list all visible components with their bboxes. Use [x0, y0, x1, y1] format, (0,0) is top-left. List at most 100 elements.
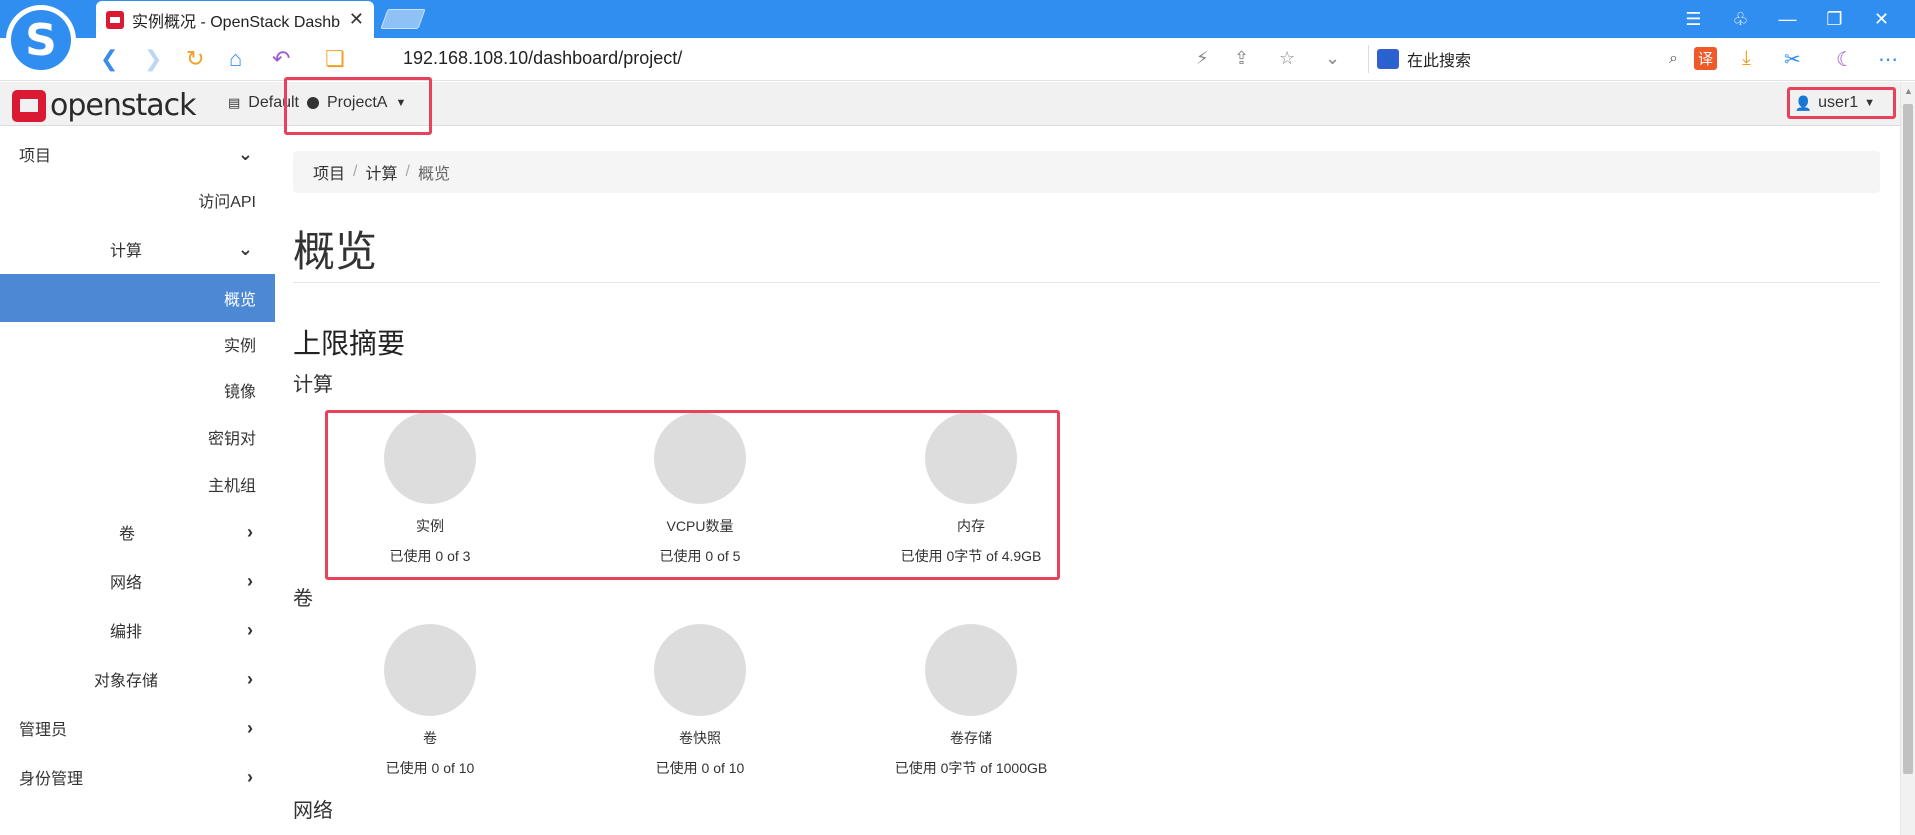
address-bar: ❮ ❯ ↻ ⌂ ↶ ❏ 192.168.108.10/dashboard/pro… [0, 38, 1915, 81]
breadcrumb-separator: / [353, 163, 358, 180]
openstack-logo-icon [12, 89, 46, 122]
openstack-favicon-icon [106, 10, 124, 29]
openstack-logo-text: openstack [50, 88, 197, 123]
sidebar-item-instances[interactable]: 实例 [0, 322, 275, 366]
browser-logo-icon[interactable]: S [6, 5, 76, 75]
sidebar-item-label: 编排 [110, 624, 143, 641]
sidebar-item-label: 计算 [110, 243, 143, 260]
url-input[interactable]: 192.168.108.10/dashboard/project/ [403, 48, 682, 69]
domain-icon: ▤ [228, 95, 241, 110]
usage-pie-chart [654, 412, 746, 504]
sidebar-item-orchestration[interactable]: 编排 › [0, 608, 275, 652]
caret-down-icon: ▼ [1864, 97, 1875, 109]
pie-usage: 已使用 0 of 5 [659, 548, 741, 564]
user-label: user1 [1818, 94, 1859, 111]
chevron-right-icon: › [247, 717, 253, 738]
sidebar-item-label: 管理员 [19, 722, 68, 739]
skin-icon[interactable]: ♧ [1717, 9, 1764, 30]
pie-label: 实例 [416, 518, 444, 534]
sidebar-item-overview[interactable]: 概览 [0, 274, 275, 322]
sidebar-item-images[interactable]: 镜像 [0, 368, 275, 412]
pie-label: 内存 [957, 518, 985, 534]
undo-icon[interactable]: ↶ [272, 46, 290, 72]
sidebar-item-label: 访问API [198, 194, 256, 211]
pie-label: 卷存储 [950, 730, 992, 746]
pie-label: 卷快照 [679, 730, 721, 746]
breadcrumb-item-compute[interactable]: 计算 [365, 160, 397, 184]
sidebar-item-object-store[interactable]: 对象存储 › [0, 657, 275, 701]
refresh-icon[interactable]: ↻ [186, 46, 204, 72]
volume-group-label: 卷 [293, 588, 313, 610]
sidebar-item-label: 概览 [223, 292, 256, 309]
minimize-icon[interactable]: — [1764, 9, 1811, 30]
project-label: ProjectA [327, 94, 388, 111]
pie-usage: 已使用 0 of 10 [655, 760, 745, 776]
breadcrumb-separator: / [405, 163, 410, 180]
sidebar-item-label: 卷 [119, 526, 136, 543]
sidebar: 项目 ⌄ 访问API 计算 ⌄ 概览 实例 镜像 密钥对 主机组 卷 › 网络 … [0, 126, 275, 835]
page-scrollbar[interactable]: ▲ [1900, 82, 1915, 835]
sidebar-item-network[interactable]: 网络 › [0, 559, 275, 603]
breadcrumb-item-overview: 概览 [417, 166, 450, 183]
pie-label: VCPU数量 [666, 518, 734, 534]
pie-usage: 已使用 0 of 3 [389, 548, 471, 564]
search-box[interactable]: 🐾 在此搜索 ⌕ [1368, 45, 1678, 73]
sidebar-item-volumes[interactable]: 卷 › [0, 510, 275, 554]
restore-icon[interactable]: ❐ [1811, 9, 1858, 30]
night-mode-icon[interactable]: ☾ [1836, 47, 1854, 72]
scroll-up-icon[interactable]: ▲ [1904, 86, 1913, 96]
user-icon: 👤 [1794, 94, 1813, 111]
network-group-label: 网络 [293, 800, 333, 822]
sidebar-item-api-access[interactable]: 访问API [0, 178, 275, 222]
sidebar-item-admin[interactable]: 管理员 › [0, 706, 275, 750]
sidebar-item-identity[interactable]: 身份管理 › [0, 755, 275, 799]
chevron-right-icon: › [247, 619, 253, 640]
chevron-right-icon: › [247, 521, 253, 542]
tab-close-icon[interactable]: ✕ [349, 9, 364, 30]
sidebar-item-server-groups[interactable]: 主机组 [0, 462, 275, 506]
sidebar-item-compute[interactable]: 计算 ⌄ [0, 227, 275, 271]
sidebar-item-keypairs[interactable]: 密钥对 [0, 415, 275, 459]
title-divider [293, 282, 1880, 283]
chevron-right-icon: › [247, 570, 253, 591]
sidebar-item-label: 项目 [19, 148, 52, 165]
more-icon[interactable]: ⋯ [1878, 47, 1899, 72]
openstack-logo[interactable]: openstack [12, 88, 197, 123]
new-tab-button[interactable] [380, 9, 426, 29]
project-dot-icon [307, 97, 319, 109]
compute-group-label: 计算 [293, 374, 333, 396]
bookmark-star-icon[interactable]: ☆ [1279, 48, 1295, 69]
menu-icon[interactable]: ☰ [1670, 9, 1717, 30]
back-icon[interactable]: ❮ [100, 46, 118, 72]
share-icon[interactable]: ⇪ [1234, 48, 1249, 69]
translate-icon[interactable]: 译 [1694, 47, 1718, 70]
project-picker[interactable]: ▤ Default ProjectA ▼ [228, 94, 406, 112]
pie-instances: 实例 已使用 0 of 3 [310, 412, 550, 566]
browser-logo-letter: S [11, 10, 71, 70]
home-icon[interactable]: ⌂ [229, 46, 242, 72]
forward-icon[interactable]: ❯ [144, 46, 162, 72]
sidebar-item-label: 密钥对 [207, 431, 256, 448]
search-icon[interactable]: ⌕ [1669, 50, 1678, 68]
screenshot-scissors-icon[interactable]: ✂ [1784, 47, 1801, 72]
pie-ram: 内存 已使用 0字节 of 4.9GB [851, 412, 1091, 566]
breadcrumb-item-project[interactable]: 项目 [313, 160, 345, 184]
close-window-icon[interactable]: ✕ [1858, 9, 1905, 30]
pie-usage: 已使用 0字节 of 1000GB [894, 760, 1048, 776]
sidebar-item-project[interactable]: 项目 ⌄ [0, 132, 275, 176]
lightning-icon[interactable]: ⚡ [1196, 48, 1209, 69]
pie-usage: 已使用 0 of 10 [385, 760, 475, 776]
pie-volume-snapshots: 卷快照 已使用 0 of 10 [580, 624, 820, 778]
usage-pie-chart [384, 412, 476, 504]
download-icon[interactable]: ⤓ [1742, 47, 1751, 70]
usage-pie-chart [384, 624, 476, 716]
page-title: 概览 [293, 228, 378, 275]
baidu-paw-icon: 🐾 [1377, 49, 1399, 69]
dropdown-chevron-icon[interactable]: ⌄ [1325, 48, 1340, 69]
pie-label: 卷 [423, 730, 437, 746]
user-menu[interactable]: 👤 user1 ▼ [1795, 94, 1875, 112]
browser-tab[interactable]: 实例概况 - OpenStack Dashb ✕ [96, 1, 374, 38]
reader-icon[interactable]: ❏ [325, 46, 345, 72]
scrollbar-thumb[interactable] [1903, 104, 1913, 774]
usage-pie-chart [654, 624, 746, 716]
